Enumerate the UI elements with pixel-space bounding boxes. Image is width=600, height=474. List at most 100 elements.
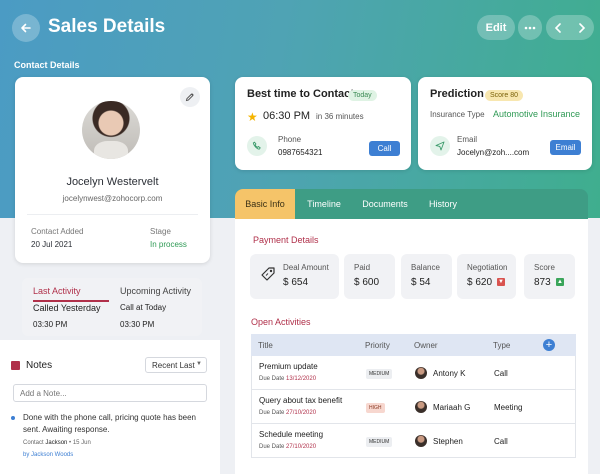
back-button[interactable] <box>12 14 40 42</box>
column-header: Title <box>258 341 273 350</box>
metric-label: Paid <box>354 263 371 272</box>
prediction-title: Prediction <box>430 88 484 100</box>
table-header: Title Priority Owner Type + <box>251 334 576 356</box>
chevron-right-icon <box>579 22 586 33</box>
table-row[interactable]: Query about tax benefit Due Date 27/10/2… <box>251 390 576 424</box>
due-label: Due Date <box>259 376 285 382</box>
contact-name: Jocelyn Westervelt <box>66 176 159 188</box>
phone-value: 0987654321 <box>278 148 323 157</box>
metric-label: Negotiation <box>467 263 508 272</box>
tab-history[interactable]: History <box>422 189 464 219</box>
activity-type: Meeting <box>494 403 523 412</box>
add-activity-button[interactable]: + <box>543 339 555 351</box>
chevron-left-icon <box>554 22 561 33</box>
active-tab-indicator <box>33 300 109 302</box>
previous-record-button[interactable] <box>546 15 570 40</box>
activity-type: Call <box>494 369 508 378</box>
contact-email: jocelynwest@zohocorp.com <box>62 194 163 203</box>
score-badge: Score 80 <box>485 90 524 101</box>
sort-label: Recent Last <box>152 360 195 370</box>
table-row[interactable]: Schedule meeting Due Date 27/10/2020 MED… <box>251 424 576 458</box>
tab-timeline[interactable]: Timeline <box>298 189 350 219</box>
send-icon <box>430 136 450 156</box>
notes-sort-dropdown[interactable]: Recent Last ▼ <box>145 357 207 373</box>
activity-due: Due Date 13/12/2020 <box>259 376 316 382</box>
insurance-type-value: Automotive Insurance <box>493 109 581 119</box>
today-badge: Today <box>348 90 377 101</box>
more-options-button[interactable] <box>518 15 542 40</box>
owner-avatar <box>415 435 427 447</box>
owner-name: Antony K <box>433 369 466 378</box>
metric-value: $ 600 <box>354 277 380 288</box>
activity-type: Call <box>494 437 508 446</box>
next-record-button[interactable] <box>570 15 594 40</box>
add-note-input[interactable] <box>13 384 207 402</box>
contact-card: Jocelyn Westervelt jocelynwest@zohocorp.… <box>15 77 210 263</box>
column-header: Priority <box>365 341 390 350</box>
phone-icon <box>247 136 267 156</box>
contact-added-value: 20 Jul 2021 <box>31 240 73 249</box>
due-date: 27/10/2020 <box>286 410 317 416</box>
activity-title: Premium update <box>259 362 318 371</box>
priority-badge: HIGH <box>366 403 385 413</box>
tab-documents[interactable]: Documents <box>355 189 415 219</box>
upcoming-activity-tab[interactable]: Upcoming Activity <box>120 286 191 296</box>
due-label: Due Date <box>259 444 285 450</box>
edit-button[interactable]: Edit <box>477 15 515 40</box>
upcoming-activity-time: 03:30 PM <box>120 320 155 329</box>
note-contact: Jackson <box>45 440 68 446</box>
section-label: Contact Details <box>14 60 80 70</box>
owner-avatar <box>415 401 427 413</box>
divider <box>27 214 198 215</box>
metric-deal-amount: Deal Amount $ 654 <box>250 254 339 299</box>
metric-label: Balance <box>411 263 440 272</box>
note-meta: Contact Jackson • 15 Jun <box>23 440 91 446</box>
stage-value: In process <box>150 240 187 249</box>
activity-due: Due Date 27/10/2020 <box>259 410 316 416</box>
email-value: Jocelyn@zoh....com <box>457 148 530 157</box>
decrease-indicator-icon: ▼ <box>497 278 505 286</box>
activity-summary: Last Activity Upcoming Activity Called Y… <box>22 278 202 336</box>
note-author[interactable]: by Jackson Woods <box>23 452 73 458</box>
due-label: Due Date <box>259 410 285 416</box>
contact-added-label: Contact Added <box>31 227 84 236</box>
arrow-left-icon <box>21 23 31 33</box>
metric-value: $ 54 <box>411 277 431 288</box>
column-header: Owner <box>414 341 438 350</box>
note-contact-label: Contact <box>23 440 44 446</box>
best-time-value: 06:30 PM <box>263 110 311 122</box>
note-bullet <box>11 416 15 420</box>
star-icon: ★ <box>247 110 258 124</box>
notes-title: Notes <box>26 360 53 371</box>
metric-label: Deal Amount <box>283 263 329 272</box>
email-button[interactable]: Email <box>550 140 581 155</box>
metric-value: $ 654 <box>283 277 309 288</box>
tab-basic-info[interactable]: Basic Info <box>235 189 295 219</box>
owner-name: Mariaah G <box>433 403 471 412</box>
activity-title: Schedule meeting <box>259 430 324 439</box>
call-button[interactable]: Call <box>369 141 400 156</box>
last-activity-value: Called Yesterday <box>33 303 101 313</box>
increase-indicator-icon: ▲ <box>556 278 564 286</box>
table-row[interactable]: Premium update Due Date 13/12/2020 MEDIU… <box>251 356 576 390</box>
best-time-card: Best time to Contact Today ★ 06:30 PM in… <box>235 77 411 170</box>
note-text: Done with the phone call, pricing quote … <box>23 413 197 434</box>
owner-avatar <box>415 367 427 379</box>
email-label: Email <box>457 135 478 144</box>
metric-value: $ 620 <box>467 277 493 288</box>
metric-negotiation: Negotiation $ 620 ▼ <box>457 254 516 299</box>
header: Sales Details Edit <box>0 0 600 56</box>
prediction-card: Prediction Score 80 Insurance Type Autom… <box>418 77 592 170</box>
phone-label: Phone <box>278 135 302 144</box>
activity-title: Query about tax benefit <box>259 396 343 405</box>
metric-score: Score 873 ▲ <box>524 254 575 299</box>
metric-value: 873 <box>534 277 551 288</box>
notes-icon <box>11 361 20 370</box>
last-activity-tab[interactable]: Last Activity <box>33 286 81 296</box>
due-date: 13/12/2020 <box>286 376 317 382</box>
chevron-down-icon: ▼ <box>196 361 202 367</box>
priority-badge: MEDIUM <box>366 369 393 379</box>
payment-details-title: Payment Details <box>253 235 319 245</box>
edit-contact-button[interactable] <box>180 87 200 107</box>
contact-avatar <box>82 101 140 159</box>
